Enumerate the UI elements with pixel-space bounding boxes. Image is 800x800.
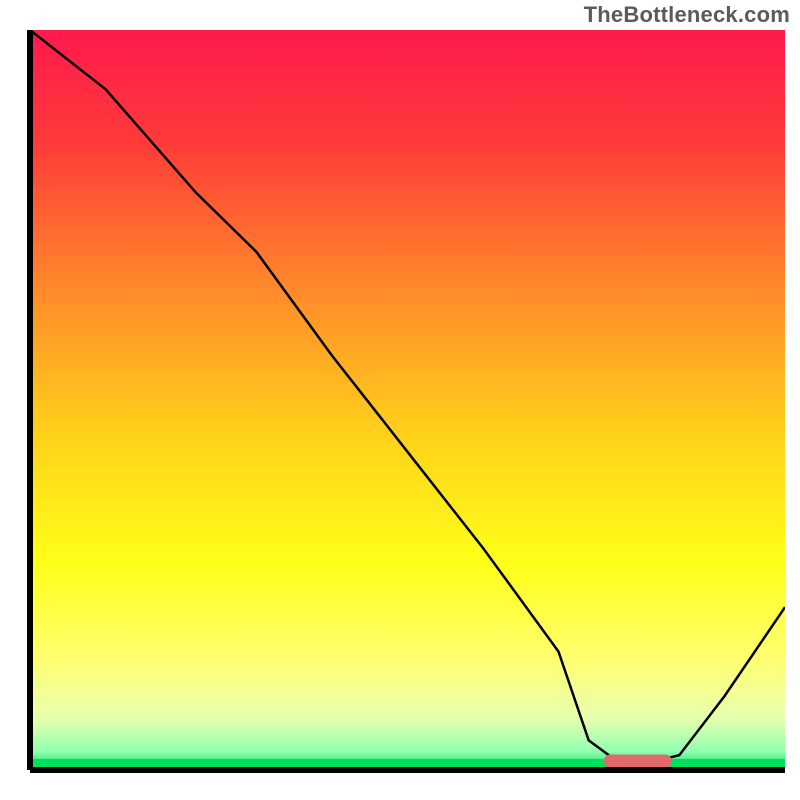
optimal-range-marker (604, 754, 672, 767)
gradient-background (30, 30, 785, 770)
bottleneck-curve-chart (0, 0, 800, 800)
